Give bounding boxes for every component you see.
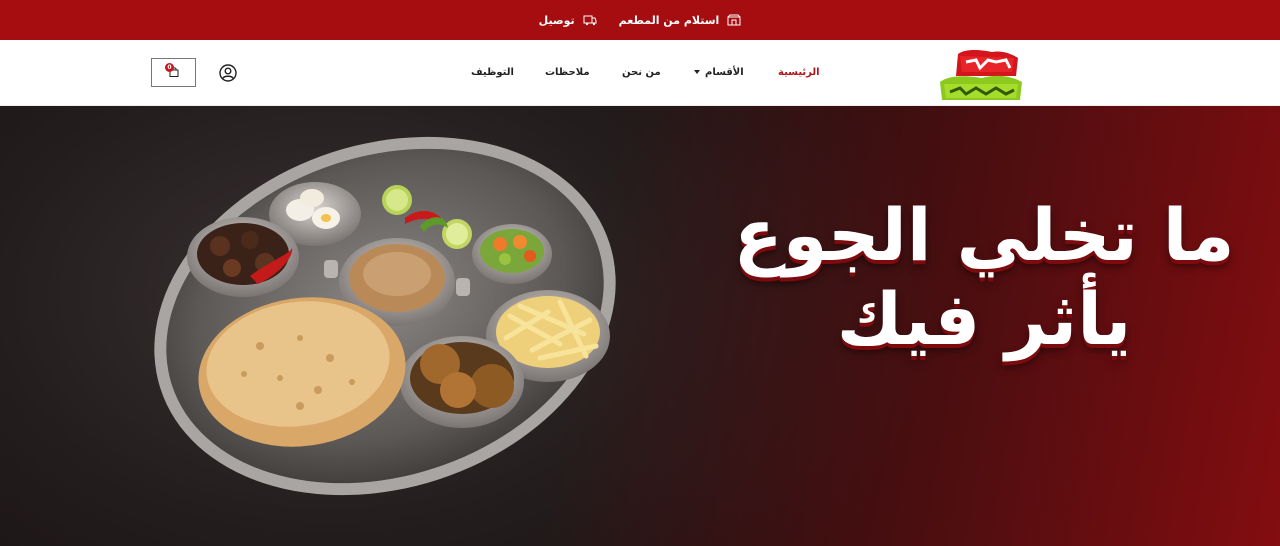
user-icon[interactable] [219,64,237,82]
chevron-down-icon[interactable] [694,70,700,74]
store-icon [727,14,741,26]
nav-categories[interactable]: الأقسام [705,67,744,78]
hero-headline-line2: يأثر فيك [836,277,1132,361]
nav-home[interactable]: الرئيسية [778,67,820,78]
brand-logo[interactable] [936,48,1026,102]
delivery-label: توصيل [538,13,575,27]
pickup-label: استلام من المطعم [618,13,720,27]
pickup-option[interactable]: استلام من المطعم [619,14,742,27]
hero-headline-line1: ما تخلي الجوع [733,193,1235,277]
delivery-option[interactable]: توصيل [539,14,597,27]
hero-headline: ما تخلي الجوع يأثر فيك [724,194,1244,362]
nav-jobs[interactable]: التوظيف [471,67,514,78]
cart-count-badge: 0 [165,63,174,72]
cart-button[interactable]: 0 [151,58,196,87]
site-header: الرئيسية الأقسام من نحن ملاحظات التوظيف … [0,40,1280,106]
hero-banner: ما تخلي الجوع يأثر فيك [0,106,1280,546]
top-bar: استلام من المطعم توصيل [0,0,1280,40]
nav-about[interactable]: من نحن [622,67,661,78]
nav-notes[interactable]: ملاحظات [545,67,590,78]
delivery-icon [583,15,597,26]
